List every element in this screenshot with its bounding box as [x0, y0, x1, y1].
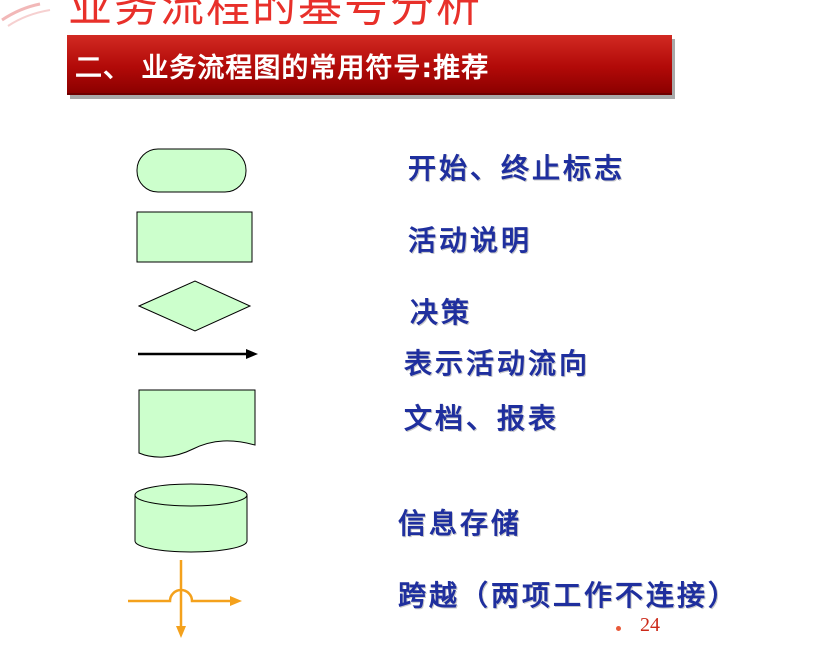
- crossover-icon: [128, 560, 242, 638]
- page-bullet: [616, 626, 621, 631]
- label-flow-direction: 表示活动流向: [404, 347, 591, 380]
- label-document-report: 文档、报表: [404, 402, 560, 435]
- cylinder-icon: [134, 483, 248, 553]
- banner-title: 二、 业务流程图的常用符号:推荐: [75, 53, 490, 84]
- diamond-icon: [138, 280, 252, 332]
- rectangle-icon: [136, 211, 253, 263]
- section-banner: 二、 业务流程图的常用符号:推荐: [67, 35, 672, 95]
- slide-top-title: 业务流程的基号分析: [68, 0, 482, 32]
- label-start-end: 开始、终止标志: [408, 152, 626, 185]
- document-icon: [138, 389, 256, 458]
- label-crossover: 跨越（两项工作不连接）: [398, 579, 740, 612]
- label-information-storage: 信息存储: [398, 507, 523, 540]
- arrow-right-icon: [138, 349, 258, 359]
- page-number: 24: [640, 614, 660, 636]
- label-decision: 决策: [410, 296, 473, 329]
- label-activity: 活动说明: [408, 224, 533, 257]
- corner-decoration: [1, 2, 51, 27]
- rounded-rectangle-icon: [136, 148, 247, 193]
